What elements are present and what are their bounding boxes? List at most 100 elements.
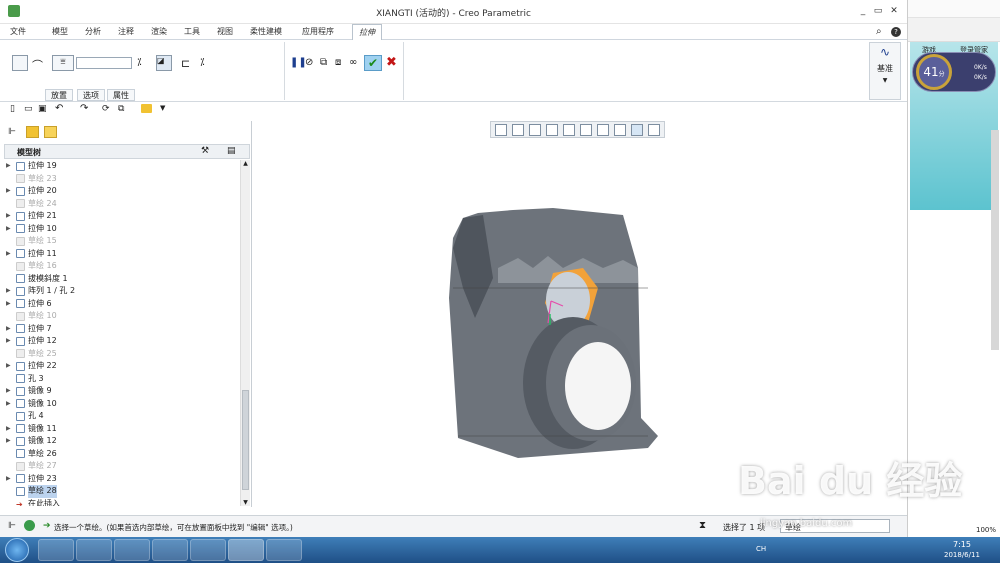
new-file-icon[interactable]: ▯ xyxy=(10,104,15,114)
help-icon[interactable]: ? xyxy=(891,27,901,37)
tab-options[interactable]: 选项 xyxy=(77,89,105,101)
tree-item[interactable]: ▶ 拉伸 6 xyxy=(6,298,240,311)
extrude-solid-button[interactable] xyxy=(12,55,28,71)
tree-item[interactable]: 草绘 10 xyxy=(6,310,240,323)
scroll-down-icon[interactable]: ▼ xyxy=(241,499,250,506)
tree-item[interactable]: 草绘 26 xyxy=(6,448,240,461)
zoom-level[interactable]: 100% xyxy=(976,526,996,534)
flip-material-icon[interactable]: ⁒ xyxy=(200,57,205,68)
glasses-icon[interactable]: ∞ xyxy=(349,57,357,68)
remove-material-button[interactable]: ◪ xyxy=(156,55,172,71)
tree-item[interactable]: 草绘 28 xyxy=(6,485,240,498)
regenerate-icon[interactable]: ⟳ xyxy=(102,104,110,114)
expand-arrow-icon[interactable]: ▶ xyxy=(6,285,16,298)
close-button[interactable]: ✕ xyxy=(888,5,900,17)
start-button[interactable] xyxy=(5,538,29,562)
confirm-button[interactable]: ✔ xyxy=(364,55,382,71)
display-style-icon[interactable] xyxy=(563,124,575,136)
taskbar-explorer[interactable] xyxy=(76,539,112,561)
taskbar-paint[interactable] xyxy=(266,539,302,561)
taskbar-browser[interactable] xyxy=(38,539,74,561)
tree-item[interactable]: ▶ 拉伸 10 xyxy=(6,223,240,236)
taskbar-creo[interactable] xyxy=(228,539,264,561)
expand-arrow-icon[interactable]: ▶ xyxy=(6,473,16,486)
datum-display-icon[interactable] xyxy=(631,124,643,136)
tree-item[interactable]: ▶ 镜像 11 xyxy=(6,423,240,436)
input-language[interactable]: CH xyxy=(756,545,766,553)
menu-flexible-modeling[interactable]: 柔性建模 xyxy=(250,26,282,37)
expand-arrow-icon[interactable]: ▶ xyxy=(6,423,16,436)
taskbar-360[interactable] xyxy=(190,539,226,561)
repaint-icon[interactable] xyxy=(546,124,558,136)
annotation-display-icon[interactable] xyxy=(648,124,660,136)
saved-orientations-icon[interactable] xyxy=(580,124,592,136)
preview-icon[interactable]: ⧉ xyxy=(320,57,327,68)
toggle-navigator-icon[interactable]: ⊩ xyxy=(8,521,16,531)
tree-item[interactable]: 孔 3 xyxy=(6,373,240,386)
tree-item[interactable]: ▶ 拉伸 20 xyxy=(6,185,240,198)
tree-item[interactable]: 草绘 27 xyxy=(6,460,240,473)
datum-group[interactable]: ∿ 基准 ▼ xyxy=(869,42,901,100)
menu-applications[interactable]: 应用程序 xyxy=(302,26,334,37)
windows-icon[interactable]: ⧉ xyxy=(118,104,124,114)
expand-arrow-icon[interactable]: ▶ xyxy=(6,360,16,373)
redo-icon[interactable]: ↷ xyxy=(80,103,88,114)
perspective-icon[interactable] xyxy=(614,124,626,136)
taskbar-media[interactable] xyxy=(114,539,150,561)
favorites-tab-icon[interactable] xyxy=(44,126,57,138)
expand-arrow-icon[interactable]: ▶ xyxy=(6,335,16,348)
open-file-icon[interactable]: ▭ xyxy=(24,104,33,114)
clock-date[interactable]: 2018/6/11 xyxy=(944,551,980,559)
cancel-button[interactable]: ✖ xyxy=(386,55,397,70)
search-icon[interactable]: ⌕ xyxy=(876,26,882,37)
tree-item[interactable]: ▶ 阵列 1 / 孔 2 xyxy=(6,285,240,298)
extrude-surface-icon[interactable]: ⌒ xyxy=(32,57,43,73)
selection-filter-icon[interactable]: ⧗ xyxy=(699,520,706,531)
taskbar-app[interactable] xyxy=(152,539,188,561)
menu-analysis[interactable]: 分析 xyxy=(85,26,101,37)
menu-tools[interactable]: 工具 xyxy=(184,26,200,37)
selection-count[interactable]: 选择了 1 项 xyxy=(723,522,765,533)
customize-qat-icon[interactable]: ▼ xyxy=(160,104,165,112)
tree-item[interactable]: ▶ 拉伸 21 xyxy=(6,210,240,223)
tree-scrollbar[interactable]: ▲ ▼ xyxy=(240,160,250,506)
tree-item[interactable]: ▶ 镜像 12 xyxy=(6,435,240,448)
save-icon[interactable]: ▣ xyxy=(38,104,47,114)
tree-item[interactable]: 草绘 16 xyxy=(6,260,240,273)
tab-properties[interactable]: 属性 xyxy=(107,89,135,101)
model-tree-tab-icon[interactable]: ⊩ xyxy=(8,127,16,137)
expand-arrow-icon[interactable]: ▶ xyxy=(6,223,16,236)
tree-item[interactable]: ▶ 镜像 10 xyxy=(6,398,240,411)
folder-icon[interactable] xyxy=(141,104,152,113)
tree-item[interactable]: 孔 4 xyxy=(6,410,240,423)
tree-item[interactable]: ▶ 拉伸 23 xyxy=(6,473,240,486)
expand-arrow-icon[interactable]: ▶ xyxy=(6,435,16,448)
menu-render[interactable]: 渲染 xyxy=(151,26,167,37)
menu-model[interactable]: 模型 xyxy=(52,26,68,37)
scroll-up-icon[interactable]: ▲ xyxy=(241,160,250,167)
expand-arrow-icon[interactable]: ▶ xyxy=(6,323,16,336)
tree-item[interactable]: ▶ 拉伸 22 xyxy=(6,360,240,373)
tree-item[interactable]: 草绘 15 xyxy=(6,235,240,248)
depth-option-button[interactable]: ⩸ xyxy=(52,55,74,71)
tree-item[interactable]: 草绘 24 xyxy=(6,198,240,211)
tree-item[interactable]: ▶ 拉伸 11 xyxy=(6,248,240,261)
expand-arrow-icon[interactable]: ▶ xyxy=(6,298,16,311)
flip-direction-icon[interactable]: ⁒ xyxy=(137,57,142,68)
tree-item[interactable]: ➔ 在此插入 xyxy=(6,498,240,507)
no-preview-icon[interactable]: ⊘ xyxy=(305,57,313,68)
tree-item[interactable]: ▶ 拉伸 12 xyxy=(6,335,240,348)
tree-item[interactable]: ▶ 拉伸 7 xyxy=(6,323,240,336)
tree-item[interactable]: 草绘 25 xyxy=(6,348,240,361)
depth-input[interactable] xyxy=(76,57,132,69)
tree-item[interactable]: ▶ 镜像 9 xyxy=(6,385,240,398)
clock-time[interactable]: 7:15 xyxy=(953,540,971,549)
tab-extrude[interactable]: 拉伸 xyxy=(352,24,382,40)
tree-filters-icon[interactable]: ▤ xyxy=(227,146,236,156)
expand-arrow-icon[interactable]: ▶ xyxy=(6,185,16,198)
browser-icon[interactable] xyxy=(24,520,35,531)
tree-item[interactable]: 拔模斜度 1 xyxy=(6,273,240,286)
expand-arrow-icon[interactable]: ▶ xyxy=(6,248,16,261)
minimize-button[interactable]: _ xyxy=(857,5,869,17)
menu-view[interactable]: 视图 xyxy=(217,26,233,37)
